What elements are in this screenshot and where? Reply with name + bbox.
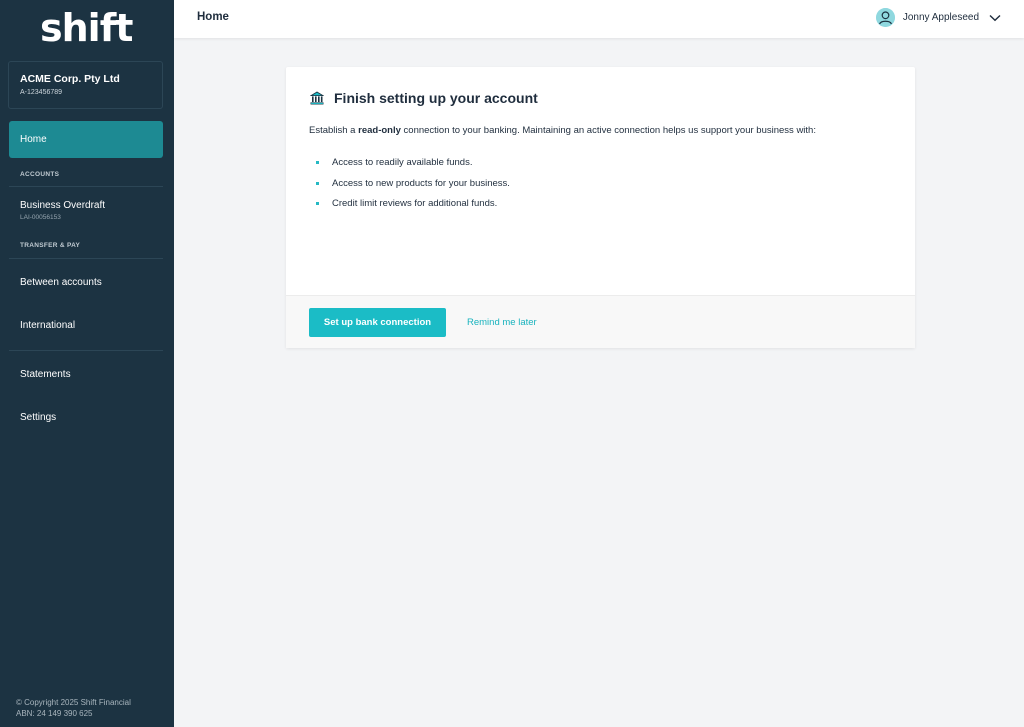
set-up-bank-connection-button[interactable]: Set up bank connection <box>309 308 446 337</box>
intro-text-post: connection to your banking. Maintaining … <box>400 125 816 136</box>
sidebar-item-business-overdraft[interactable]: Business Overdraft <box>20 200 105 211</box>
abn-line: ABN: 24 149 390 625 <box>16 709 93 718</box>
section-label-transfer-pay: TRANSFER & PAY <box>20 242 81 249</box>
organization-switcher[interactable]: ACME Corp. Pty Ltd A-123456789 <box>8 61 163 109</box>
org-id: A-123456789 <box>20 89 63 96</box>
divider <box>9 186 163 187</box>
chevron-down-icon <box>989 14 1001 21</box>
divider <box>9 350 163 351</box>
list-item: Access to new products for your business… <box>316 178 510 199</box>
sidebar-item-home[interactable]: Home <box>9 121 163 158</box>
user-name: Jonny Appleseed <box>902 12 979 23</box>
list-item: Access to readily available funds. <box>316 157 510 178</box>
card-header: Finish setting up your account <box>310 90 538 106</box>
intro-text: Establish a read-only connection to your… <box>309 125 816 136</box>
top-bar: Home Jonny Appleseed <box>174 0 1024 38</box>
card-footer: Set up bank connection Remind me later <box>286 295 915 348</box>
page-title: Home <box>197 11 229 23</box>
divider <box>9 258 163 259</box>
intro-text-bold: read-only <box>358 125 401 136</box>
copyright-line: © Copyright 2025 Shift Financial <box>16 698 131 707</box>
sidebar-item-label: Home <box>20 134 47 145</box>
sidebar-item-statements[interactable]: Statements <box>20 369 71 380</box>
user-avatar-icon <box>875 8 895 27</box>
card-title: Finish setting up your account <box>334 90 538 106</box>
org-name: ACME Corp. Pty Ltd <box>20 73 120 85</box>
copyright: © Copyright 2025 Shift Financial ABN: 24… <box>16 697 131 719</box>
benefits-list: Access to readily available funds. Acces… <box>316 157 510 219</box>
section-label-accounts: ACCOUNTS <box>20 171 60 178</box>
bank-icon <box>310 91 324 105</box>
setup-account-card: Finish setting up your account Establish… <box>286 67 915 348</box>
shift-logo[interactable]: shift <box>40 6 140 50</box>
sidebar-item-between-accounts[interactable]: Between accounts <box>20 277 102 288</box>
sidebar-item-settings[interactable]: Settings <box>20 412 56 423</box>
logo-text: shift <box>40 6 133 50</box>
intro-text-pre: Establish a <box>309 125 359 136</box>
remind-me-later-link[interactable]: Remind me later <box>467 317 537 328</box>
sidebar-item-international[interactable]: International <box>20 320 75 331</box>
list-item: Credit limit reviews for additional fund… <box>316 198 510 219</box>
user-menu[interactable]: Jonny Appleseed <box>875 8 1001 27</box>
account-id: LAI-00056153 <box>20 214 61 221</box>
sidebar: shift ACME Corp. Pty Ltd A-123456789 Hom… <box>0 0 174 727</box>
